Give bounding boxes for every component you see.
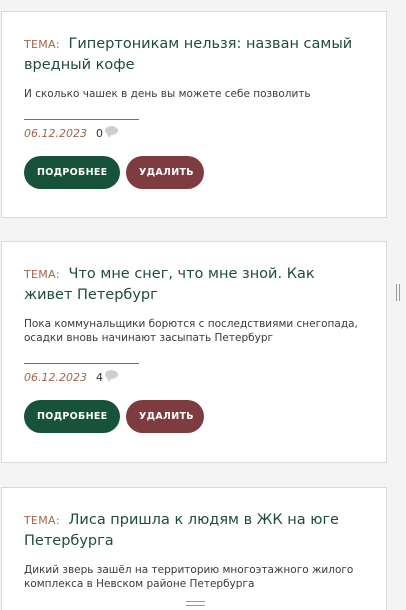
news-title[interactable]: ТЕМА: Лиса пришла к людям в ЖК на юге Пе… [24,510,364,551]
resize-handle-vertical[interactable] [396,284,400,301]
comment-bubble-icon [105,369,118,382]
delete-button[interactable]: УДАЛИТЬ [126,400,204,433]
news-description: Дикий зверь зашёл на территорию многоэта… [24,564,354,590]
news-title[interactable]: ТЕМА: Гипертоникам нельзя: назван самый … [24,34,364,75]
news-date: 06.12.2023 [24,126,87,140]
news-description: И сколько чашек в день вы можете себе по… [24,88,311,100]
news-description: Пока коммунальщики борются с последствия… [24,318,358,344]
comments-count-value: 0 [96,126,103,140]
news-meta: 06.12.2023 4 [24,369,364,384]
theme-label: ТЕМА: [24,514,60,527]
news-date: 06.12.2023 [24,370,87,384]
theme-label: ТЕМА: [24,268,60,281]
card-actions: ПОДРОБНЕЕ УДАЛИТЬ [24,156,364,189]
news-card: ТЕМА: Гипертоникам нельзя: назван самый … [1,11,387,218]
news-card: ТЕМА: Что мне снег, что мне зной. Как жи… [1,241,387,463]
theme-label: ТЕМА: [24,38,60,51]
delete-button[interactable]: УДАЛИТЬ [126,156,204,189]
divider [24,363,139,364]
divider [24,119,139,120]
comments-count-value: 4 [96,370,103,384]
news-card: ТЕМА: Лиса пришла к людям в ЖК на юге Пе… [1,487,387,610]
more-button[interactable]: ПОДРОБНЕЕ [24,156,120,189]
news-title-text: Гипертоникам нельзя: назван самый вредны… [24,36,353,73]
card-actions: ПОДРОБНЕЕ УДАЛИТЬ [24,400,364,433]
comments-count: 0 [96,125,118,140]
comments-count: 4 [96,369,118,384]
more-button[interactable]: ПОДРОБНЕЕ [24,400,120,433]
news-title[interactable]: ТЕМА: Что мне снег, что мне зной. Как жи… [24,264,364,305]
news-title-text: Лиса пришла к людям в ЖК на юге Петербур… [24,512,339,549]
comment-bubble-icon [105,125,118,138]
news-meta: 06.12.2023 0 [24,125,364,140]
resize-handle-horizontal[interactable] [186,601,205,606]
news-feed: ТЕМА: Гипертоникам нельзя: назван самый … [0,0,406,610]
news-title-text: Что мне снег, что мне зной. Как живет Пе… [24,266,315,303]
